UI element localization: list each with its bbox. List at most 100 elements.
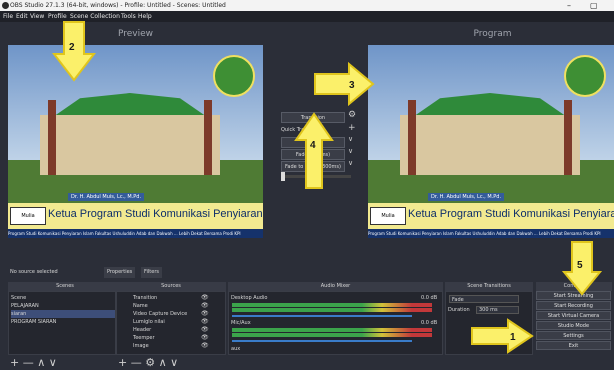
lower-third-title: Ketua Program Studi Komunikasi Penyiaran…	[408, 208, 614, 220]
scene-item[interactable]: PELAJARAN	[11, 302, 115, 310]
news-ticker: Program Studi Komunikasi Penyiaran Islam…	[368, 229, 614, 238]
scene-item[interactable]: Scene	[11, 294, 115, 302]
minimize-button[interactable]: –	[567, 0, 571, 11]
volume-meter	[232, 333, 432, 337]
news-ticker: Program Studi Komunikasi Penyiaran Islam…	[8, 229, 263, 238]
chevron-down-icon[interactable]: ∨	[348, 135, 353, 143]
scenes-header: Scenes	[8, 282, 122, 291]
lower-third-title: Ketua Program Studi Komunikasi Penyiaran…	[48, 208, 263, 220]
add-icon[interactable]: +	[118, 356, 127, 369]
settings-button[interactable]: Settings	[536, 331, 611, 340]
preview-title: Preview	[117, 29, 154, 39]
scene-item[interactable]: PROGRAM SIARAN	[11, 318, 115, 326]
menu-view[interactable]: View	[30, 11, 44, 22]
status-bar: No source selected Properties Filters	[0, 266, 614, 279]
exit-button[interactable]: Exit	[536, 341, 611, 350]
chevron-up-icon[interactable]: ∧	[37, 356, 45, 369]
volume-meter	[232, 328, 432, 332]
menu-help[interactable]: Help	[138, 11, 152, 22]
source-item[interactable]: Lumiglo nilai	[133, 318, 165, 326]
chevron-down-icon[interactable]: ∨	[348, 147, 353, 155]
scene-transitions-header: Scene Transitions	[445, 282, 533, 291]
chevron-down-icon[interactable]: ∨	[170, 356, 178, 369]
scenes-footer: + — ∧ ∨	[10, 355, 110, 370]
duration-label: Duration	[448, 307, 470, 313]
name-tag: Dr. H. Abdul Muis, Lc., M.Pd.	[428, 193, 505, 201]
annotation-arrow-1: 1	[471, 318, 534, 354]
scene-item-selected[interactable]: siaran	[11, 310, 115, 318]
maximize-button[interactable]: ▢	[590, 0, 598, 11]
menu-tools[interactable]: Tools	[121, 11, 136, 22]
sources-footer: + — ⚙ ∧ ∨	[118, 355, 226, 370]
transition-type-select[interactable]: Fade	[449, 295, 519, 303]
arrow-number: 5	[577, 260, 583, 271]
channel-name: aux	[231, 346, 241, 352]
volume-slider[interactable]	[232, 315, 412, 317]
program-canvas: Mulia Dr. H. Abdul Muis, Lc., M.Pd. Ketu…	[368, 45, 614, 260]
signature-logo: Mulia	[10, 207, 46, 225]
preview-tower	[204, 100, 212, 175]
annotation-arrow-5: 5	[562, 241, 602, 296]
menu-edit[interactable]: Edit	[16, 11, 28, 22]
preview-tower	[48, 100, 56, 175]
annotation-arrow-3: 3	[314, 62, 375, 106]
chevron-up-icon[interactable]: ∧	[159, 356, 167, 369]
arrow-number: 1	[510, 332, 516, 343]
audio-mixer-header: Audio Mixer	[228, 282, 443, 291]
studio-mode-button[interactable]: Studio Mode	[536, 321, 611, 330]
remove-icon[interactable]: —	[23, 356, 34, 369]
program-tower	[408, 100, 416, 175]
transition-slider-handle[interactable]	[281, 172, 285, 181]
source-item[interactable]: Image	[133, 342, 149, 350]
no-source-label: No source selected	[10, 269, 58, 275]
properties-button[interactable]: Properties	[104, 267, 136, 278]
sources-header: Sources	[116, 282, 226, 291]
arrow-number: 2	[69, 42, 75, 53]
annotation-arrow-4: 4	[294, 112, 334, 189]
volume-slider[interactable]	[232, 340, 412, 342]
name-tag: Dr. H. Abdul Muis, Lc., M.Pd.	[68, 193, 145, 201]
plus-icon[interactable]: +	[348, 123, 356, 133]
preview-building	[40, 115, 220, 175]
chevron-down-icon[interactable]: ∨	[348, 159, 353, 167]
add-icon[interactable]: +	[10, 356, 19, 369]
duration-input[interactable]: 300 ms	[476, 306, 519, 314]
gear-icon[interactable]: ⚙	[348, 110, 356, 120]
menu-file[interactable]: File	[3, 11, 13, 22]
volume-meter	[232, 303, 432, 307]
annotation-arrow-2: 2	[52, 21, 96, 82]
preview-canvas[interactable]: Mulia Dr. H. Abdul Muis, Lc., M.Pd. Ketu…	[8, 45, 263, 260]
eye-lock-icons[interactable]: 👁 👁 👁 👁 👁 👁 👁	[201, 294, 209, 350]
program-title: Program	[473, 29, 512, 39]
start-virtual-camera-button[interactable]: Start Virtual Camera	[536, 311, 611, 320]
volume-meter	[232, 308, 432, 312]
source-item[interactable]: Video Capture Device	[133, 310, 187, 318]
start-recording-button[interactable]: Start Recording	[536, 301, 611, 310]
sources-dock: Transition Name Video Capture Device Lum…	[116, 291, 226, 355]
source-item[interactable]: Teemper	[133, 334, 155, 342]
channel-db: 0.0 dB	[421, 320, 438, 326]
preview-empty-area	[8, 238, 263, 260]
lower-third: Mulia Dr. H. Abdul Muis, Lc., M.Pd. Ketu…	[368, 193, 614, 229]
signature-logo: Mulia	[370, 207, 406, 225]
program-tower	[564, 100, 572, 175]
obs-logo-icon	[2, 2, 9, 9]
channel-name: Desktop Audio	[231, 295, 268, 301]
window-title: OBS Studio 27.1.3 (64-bit, windows) - Pr…	[10, 2, 226, 9]
remove-icon[interactable]: —	[131, 356, 142, 369]
source-item[interactable]: Header	[133, 326, 151, 334]
lower-third: Mulia Dr. H. Abdul Muis, Lc., M.Pd. Ketu…	[8, 193, 263, 229]
filters-button[interactable]: Filters	[141, 267, 162, 278]
gear-icon[interactable]: ⚙	[145, 356, 155, 369]
audio-mixer-dock: Desktop Audio 0.0 dB Mic/Aux 0.0 dB aux	[228, 291, 443, 355]
source-item[interactable]: Name	[133, 302, 148, 310]
chevron-down-icon[interactable]: ∨	[49, 356, 57, 369]
source-item[interactable]: Transition	[133, 294, 157, 302]
scenes-dock: Scene PELAJARAN siaran PROGRAM SIARAN	[8, 291, 116, 355]
title-bar: OBS Studio 27.1.3 (64-bit, windows) - Pr…	[0, 0, 614, 11]
campus-seal-icon	[564, 55, 606, 97]
channel-name: Mic/Aux	[231, 320, 251, 326]
program-building	[400, 115, 580, 175]
arrow-number: 3	[349, 80, 355, 91]
channel-db: 0.0 dB	[421, 295, 438, 301]
